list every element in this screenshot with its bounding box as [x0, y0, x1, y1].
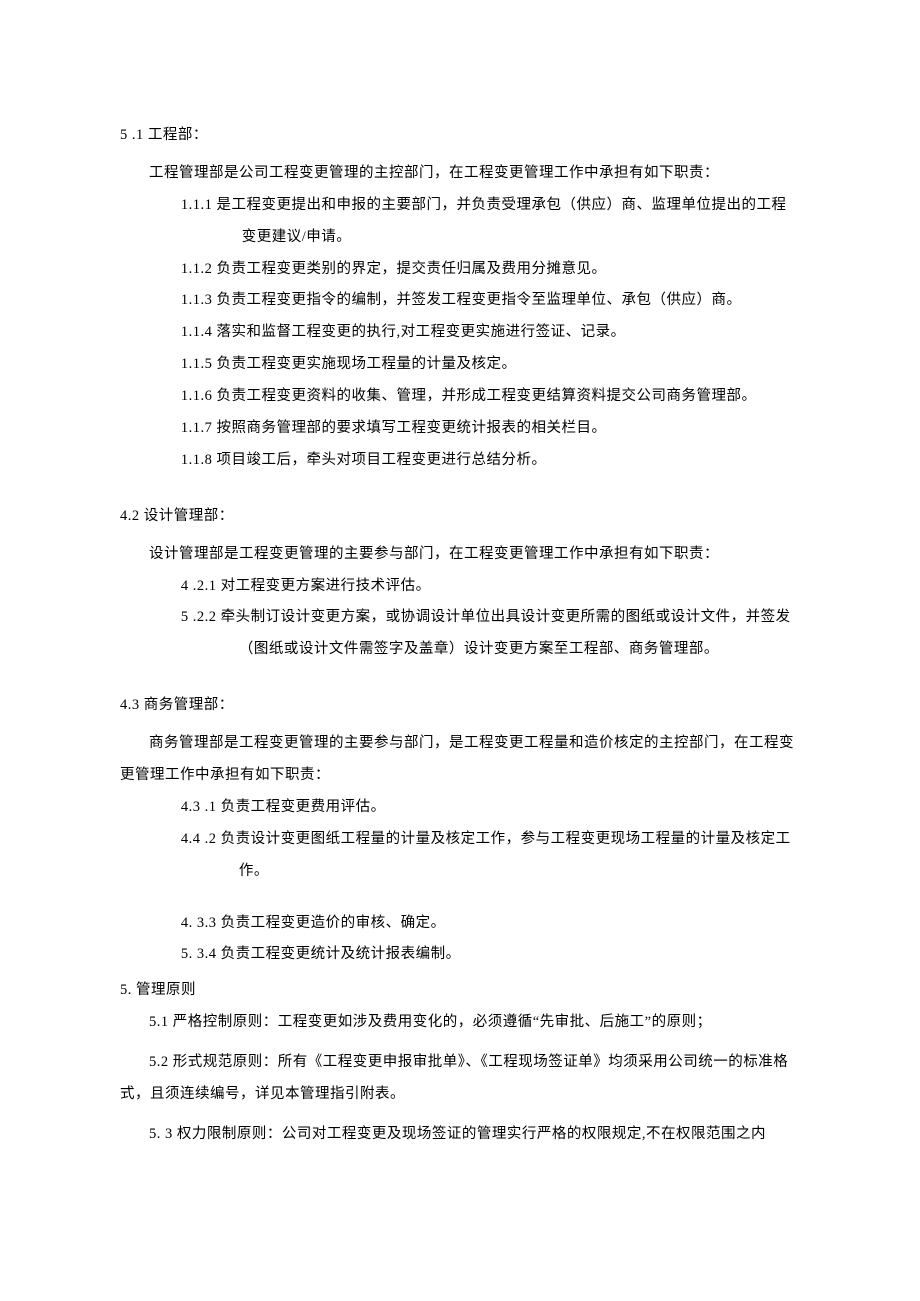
item-text: 负责工程变更实施现场工程量的计量及核定。 — [217, 356, 517, 372]
list-item: 4 .2.1 对工程变更方案进行技术评估。 — [181, 571, 800, 603]
item-text: 3.4 负责工程变更统计及统计报表编制。 — [197, 946, 461, 962]
item-text: .2.1 对工程变更方案进行技术评估。 — [193, 578, 431, 594]
section-5-1-heading: 5 .1 工程部： — [120, 120, 800, 152]
item-num: 5. — [181, 946, 197, 962]
document-body: 5 .1 工程部： 工程管理部是公司工程变更管理的主控部门，在工程变更管理工作中… — [120, 120, 800, 1151]
item-text: 负责工程变更类别的界定，提交责任归属及费用分摊意见。 — [217, 261, 607, 277]
item-num: 1.1.1 — [181, 197, 217, 213]
list-item: 4.3 .1 负责工程变更费用评估。 — [181, 792, 800, 824]
item-text: 项目竣工后，牵头对项目工程变更进行总结分析。 — [217, 452, 547, 468]
list-item: 4.4 .2 负责设计变更图纸工程量的计量及核定工作，参与工程变更现场工程量的计… — [181, 824, 800, 888]
section-5-title: 管理原则 — [132, 982, 196, 998]
section-4-2-heading: 4.2 设计管理部： — [120, 501, 800, 533]
section-5-1-intro: 工程管理部是公司工程变更管理的主控部门，在工程变更管理工作中承担有如下职责： — [120, 158, 800, 190]
list-item: 1.1.4 落实和监督工程变更的执行,对工程变更实施进行签证、记录。 — [181, 317, 800, 349]
section-4-3-title: 商务管理部： — [140, 697, 234, 713]
list-item: 4. 3.3 负责工程变更造价的审核、确定。 — [181, 908, 800, 940]
section-4-2-num: 4.2 — [120, 508, 140, 524]
item-num: 5. — [149, 1126, 165, 1142]
item-num: 1.1.3 — [181, 292, 217, 308]
list-item: 5. 3.4 负责工程变更统计及统计报表编制。 — [181, 939, 800, 971]
item-num: 4 — [181, 578, 193, 594]
item-num: 5.1 — [149, 1014, 173, 1030]
item-num: 1.1.7 — [181, 420, 217, 436]
list-item: 1.1.2 负责工程变更类别的界定，提交责任归属及费用分摊意见。 — [181, 254, 800, 286]
section-4-3-heading: 4.3 商务管理部： — [120, 690, 800, 722]
item-text: 负责工程变更资料的收集、管理，并形成工程变更结算资料提交公司商务管理部。 — [217, 388, 757, 404]
item-text: .2 负责设计变更图纸工程量的计量及核定工作，参与工程变更现场工程量的计量及核定… — [205, 831, 791, 879]
list-item: 1.1.6 负责工程变更资料的收集、管理，并形成工程变更结算资料提交公司商务管理… — [181, 381, 800, 413]
list-item-wrap: 5.2 形式规范原则：所有《工程变更申报审批单》、《工程现场签证单》均须采用公司… — [120, 1047, 800, 1111]
section-4-3-num: 4.3 — [120, 697, 140, 713]
item-num: 1.1.5 — [181, 356, 217, 372]
section-5-num: 5. — [120, 982, 132, 998]
item-num: 4.3 — [181, 799, 205, 815]
item-text: 3 权力限制原则：公司对工程变更及现场签证的管理实行严格的权限规定,不在权限范围… — [165, 1126, 766, 1142]
item-num: 1.1.2 — [181, 261, 217, 277]
section-5-1-title: .1 工程部： — [128, 127, 208, 143]
item-text: 3.3 负责工程变更造价的审核、确定。 — [197, 915, 446, 931]
section-5-heading: 5. 管理原则 — [120, 975, 800, 1007]
section-4-2-title: 设计管理部： — [140, 508, 234, 524]
item-text: 严格控制原则：工程变更如涉及费用变化的，必须遵循“先审批、后施工”的原则； — [173, 1014, 712, 1030]
section-4-3-list: 4.3 .1 负责工程变更费用评估。 4.4 .2 负责设计变更图纸工程量的计量… — [120, 792, 800, 971]
item-num: 4. — [181, 915, 197, 931]
section-5-1-list: 1.1.1 是工程变更提出和申报的主要部门，并负责受理承包（供应）商、监理单位提… — [120, 190, 800, 477]
item-text: 落实和监督工程变更的执行,对工程变更实施进行签证、记录。 — [217, 324, 626, 340]
item-num: 5 — [181, 609, 193, 625]
item-num: 5.2 — [120, 1054, 173, 1070]
list-item: 1.1.1 是工程变更提出和申报的主要部门，并负责受理承包（供应）商、监理单位提… — [181, 190, 800, 254]
item-num: 1.1.8 — [181, 452, 217, 468]
item-text: 按照商务管理部的要求填写工程变更统计报表的相关栏目。 — [217, 420, 607, 436]
list-item: 1.1.3 负责工程变更指令的编制，并签发工程变更指令至监理单位、承包（供应）商… — [181, 285, 800, 317]
item-text: 形式规范原则：所有《工程变更申报审批单》、《工程现场签证单》均须采用公司统一的标… — [120, 1054, 788, 1102]
item-text: .2.2 牵头制订设计变更方案，或协调设计单位出具设计变更所需的图纸或设计文件，… — [193, 609, 791, 657]
item-text: 负责工程变更指令的编制，并签发工程变更指令至监理单位、承包（供应）商。 — [217, 292, 742, 308]
list-item: 1.1.7 按照商务管理部的要求填写工程变更统计报表的相关栏目。 — [181, 413, 800, 445]
item-num: 1.1.4 — [181, 324, 217, 340]
section-4-2-list: 4 .2.1 对工程变更方案进行技术评估。 5 .2.2 牵头制订设计变更方案，… — [120, 571, 800, 667]
list-item: 1.1.5 负责工程变更实施现场工程量的计量及核定。 — [181, 349, 800, 381]
list-item: 5. 3 权力限制原则：公司对工程变更及现场签证的管理实行严格的权限规定,不在权… — [120, 1119, 800, 1151]
list-item: 1.1.8 项目竣工后，牵头对项目工程变更进行总结分析。 — [181, 445, 800, 477]
list-item: 5 .2.2 牵头制订设计变更方案，或协调设计单位出具设计变更所需的图纸或设计文… — [181, 602, 800, 666]
item-num: 1.1.6 — [181, 388, 217, 404]
section-4-2-intro: 设计管理部是工程变更管理的主要参与部门，在工程变更管理工作中承担有如下职责： — [120, 539, 800, 571]
item-num: 4.4 — [181, 831, 205, 847]
section-4-3-intro: 商务管理部是工程变更管理的主要参与部门，是工程变更工程量和造价核定的主控部门，在… — [120, 728, 800, 792]
list-item: 5.1 严格控制原则：工程变更如涉及费用变化的，必须遵循“先审批、后施工”的原则… — [120, 1007, 800, 1039]
item-text: 是工程变更提出和申报的主要部门，并负责受理承包（供应）商、监理单位提出的工程变更… — [217, 197, 787, 245]
section-5-1-num: 5 — [120, 127, 128, 143]
item-text: .1 负责工程变更费用评估。 — [205, 799, 386, 815]
